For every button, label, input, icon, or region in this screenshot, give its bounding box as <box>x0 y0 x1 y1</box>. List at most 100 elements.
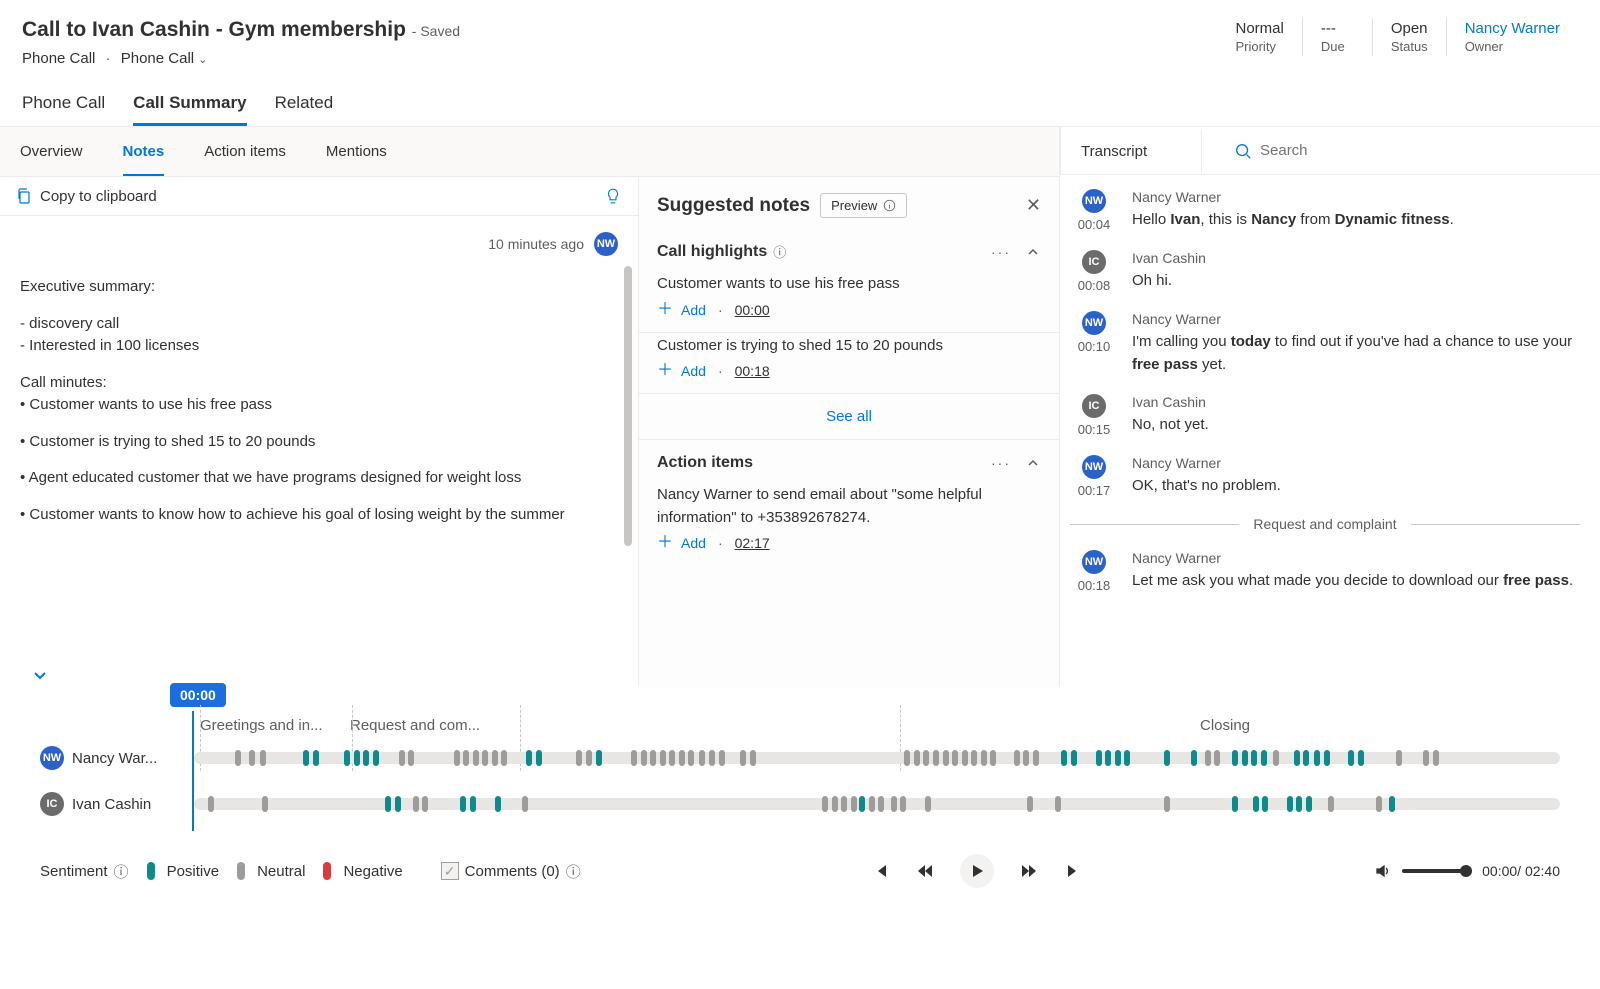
playhead-line[interactable] <box>192 711 194 831</box>
skip-end-icon[interactable] <box>1064 862 1082 880</box>
transcript-text: I'm calling you today to find out if you… <box>1132 331 1580 376</box>
sentiment-tick <box>413 796 419 812</box>
sentiment-tick <box>650 750 656 766</box>
sentiment-tick <box>1376 796 1382 812</box>
sentiment-tick <box>473 750 479 766</box>
sentiment-tick <box>1303 750 1309 766</box>
sentiment-tick <box>981 750 987 766</box>
add-label[interactable]: Add <box>681 363 706 379</box>
checkbox-icon[interactable]: ✓ <box>441 862 459 880</box>
forward-icon[interactable] <box>1020 862 1038 880</box>
field-owner[interactable]: Nancy Warner Owner <box>1446 18 1578 56</box>
transcript-list[interactable]: NW00:04Nancy WarnerHello Ivan, this is N… <box>1060 175 1600 687</box>
sentiment-tick <box>501 750 507 766</box>
segment-labels: Greetings and in... Request and com... C… <box>200 717 1560 734</box>
timestamp-link[interactable]: 00:00 <box>735 302 770 318</box>
info-icon[interactable]: ⓘ <box>114 861 129 882</box>
skip-start-icon[interactable] <box>872 862 890 880</box>
avatar: NW <box>1082 311 1106 335</box>
sentiment-tick <box>851 796 857 812</box>
sentiment-tick <box>740 750 746 766</box>
sentiment-tick <box>1115 750 1121 766</box>
more-icon[interactable]: ··· <box>991 455 1011 471</box>
info-icon[interactable]: ⓘ <box>566 861 581 882</box>
call-highlights-title: Call highlights <box>657 243 767 261</box>
sentiment-tick <box>709 750 715 766</box>
sentiment-tick <box>586 750 592 766</box>
close-icon[interactable]: ✕ <box>1026 195 1041 216</box>
transcript-divider: Request and complaint <box>1070 516 1580 532</box>
tab-call-summary[interactable]: Call Summary <box>133 85 246 126</box>
see-all-button[interactable]: See all <box>639 394 1059 440</box>
timeline-track-nancy[interactable] <box>194 752 1560 764</box>
sentiment-tick <box>660 750 666 766</box>
add-label[interactable]: Add <box>681 302 706 318</box>
timestamp-link[interactable]: 02:17 <box>735 535 770 551</box>
sentiment-tick <box>904 750 910 766</box>
transcript-row[interactable]: NW00:10Nancy WarnerI'm calling you today… <box>1070 311 1580 376</box>
note-timestamp: 10 minutes ago <box>488 236 584 252</box>
search-input[interactable] <box>1222 134 1592 168</box>
field-status[interactable]: Open Status <box>1372 18 1446 56</box>
field-due[interactable]: --- Due <box>1302 18 1372 56</box>
speaker-name: Nancy Warner <box>1132 189 1580 205</box>
chevron-down-icon[interactable]: ⌄ <box>198 53 207 66</box>
subtab-mentions[interactable]: Mentions <box>326 127 387 176</box>
play-button[interactable] <box>960 854 994 888</box>
sentiment-tick <box>900 796 906 812</box>
sentiment-tick <box>822 796 828 812</box>
transcript-row[interactable]: NW00:18Nancy WarnerLet me ask you what m… <box>1070 550 1580 593</box>
sentiment-tick <box>719 750 725 766</box>
transcript-row[interactable]: NW00:17Nancy WarnerOK, that's no problem… <box>1070 455 1580 498</box>
sentiment-tick <box>373 750 379 766</box>
sentiment-tick <box>869 796 875 812</box>
sentiment-tick <box>943 750 949 766</box>
subtab-overview[interactable]: Overview <box>20 127 83 176</box>
sentiment-tick <box>1261 750 1267 766</box>
transcript-row[interactable]: IC00:08Ivan CashinOh hi. <box>1070 250 1580 293</box>
sentiment-tick <box>1389 796 1395 812</box>
sentiment-tick <box>262 796 268 812</box>
timeline-track-ivan[interactable] <box>194 798 1560 810</box>
scrollbar[interactable] <box>624 266 632 546</box>
expand-chevron-icon[interactable] <box>30 665 50 685</box>
add-button[interactable]: ＋ <box>657 302 673 318</box>
sentiment-tick <box>313 750 319 766</box>
sentiment-tick <box>699 750 705 766</box>
avatar: NW <box>594 232 618 256</box>
timestamp-link[interactable]: 00:18 <box>735 363 770 379</box>
chevron-up-icon[interactable] <box>1025 455 1041 471</box>
sentiment-tick <box>1242 750 1248 766</box>
track-label-ivan: IC Ivan Cashin <box>40 792 180 816</box>
add-label[interactable]: Add <box>681 535 706 551</box>
preview-badge[interactable]: Preview <box>820 193 907 218</box>
tab-phone-call[interactable]: Phone Call <box>22 85 105 126</box>
avatar: IC <box>1082 394 1106 418</box>
lightbulb-icon[interactable] <box>604 187 622 205</box>
comments-toggle[interactable]: ✓ Comments (0) ⓘ <box>441 861 581 882</box>
chevron-up-icon[interactable] <box>1025 244 1041 260</box>
subtab-notes[interactable]: Notes <box>123 127 165 176</box>
tab-related[interactable]: Related <box>275 85 334 126</box>
notes-text: Executive summary: - discovery call- Int… <box>20 276 618 526</box>
subtab-action-items[interactable]: Action items <box>204 127 286 176</box>
sentiment-tick <box>354 750 360 766</box>
add-button[interactable]: ＋ <box>657 363 673 379</box>
sentiment-tick <box>750 750 756 766</box>
breadcrumb-2[interactable]: Phone Call⌄ <box>121 50 208 67</box>
transcript-time: 00:15 <box>1078 422 1111 437</box>
breadcrumb-1[interactable]: Phone Call <box>22 50 95 67</box>
playhead-marker[interactable]: 00:00 <box>170 683 226 707</box>
search-icon <box>1234 142 1252 160</box>
more-icon[interactable]: ··· <box>991 244 1011 260</box>
info-icon[interactable]: ⓘ <box>773 242 786 261</box>
add-button[interactable]: ＋ <box>657 535 673 551</box>
rewind-icon[interactable] <box>916 862 934 880</box>
transcript-row[interactable]: IC00:15Ivan CashinNo, not yet. <box>1070 394 1580 437</box>
volume-slider[interactable] <box>1402 869 1472 873</box>
volume-icon[interactable] <box>1374 862 1392 880</box>
transcript-row[interactable]: NW00:04Nancy WarnerHello Ivan, this is N… <box>1070 189 1580 232</box>
field-priority[interactable]: Normal Priority <box>1217 18 1301 56</box>
sentiment-tick <box>208 796 214 812</box>
copy-to-clipboard-button[interactable]: Copy to clipboard <box>16 188 157 205</box>
